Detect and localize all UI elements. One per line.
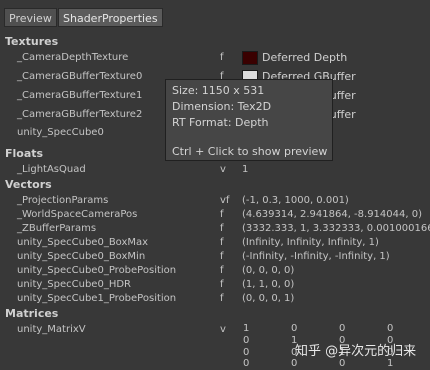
float-row: _LightAsQuad v 1 bbox=[0, 163, 430, 177]
watermark: 知乎 @异次元的归来 bbox=[295, 344, 417, 359]
matrix-cell: 0 bbox=[243, 335, 250, 346]
matrix-cell: 0 bbox=[339, 358, 346, 369]
float-value: 1 bbox=[242, 164, 249, 175]
vector-name: unity_SpecCube0_BoxMax bbox=[17, 237, 149, 248]
float-flag: v bbox=[220, 164, 226, 175]
vector-row: _ProjectionParams vf (-1, 0.3, 1000, 0.0… bbox=[0, 194, 430, 208]
vector-flag: f bbox=[220, 265, 224, 276]
matrix-flag: v bbox=[220, 324, 226, 335]
texture-name: _CameraGBufferTexture0 bbox=[17, 71, 143, 82]
matrix-cell: 0 bbox=[243, 358, 250, 369]
vector-flag: f bbox=[220, 223, 224, 234]
tooltip-spacer bbox=[172, 131, 326, 144]
vector-name: unity_SpecCube0_ProbePosition bbox=[17, 265, 177, 276]
vector-value: (-1, 0.3, 1000, 0.001) bbox=[242, 195, 349, 206]
vector-row: unity_SpecCube0_BoxMax f (Infinity, Infi… bbox=[0, 236, 430, 250]
matrix-cell: 0 bbox=[291, 358, 298, 369]
matrix-cell: 0 bbox=[291, 323, 298, 334]
vector-name: _ProjectionParams bbox=[17, 195, 109, 206]
tooltip-size: Size: 1150 x 531 bbox=[172, 84, 265, 97]
vector-flag: f bbox=[220, 293, 224, 304]
vector-row: unity_SpecCube1_ProbePosition f (0, 0, 0… bbox=[0, 292, 430, 306]
tab-preview[interactable]: Preview bbox=[4, 8, 57, 27]
vectors-header: Vectors bbox=[5, 178, 52, 191]
texture-row: _CameraDepthTexture f Deferred Depth bbox=[0, 51, 430, 65]
texture-name: _CameraDepthTexture bbox=[17, 52, 129, 63]
vector-value: (3332.333, 1, 3.332333, 0.001000166) bbox=[242, 223, 430, 234]
vector-row: _WorldSpaceCameraPos f (4.639314, 2.9418… bbox=[0, 208, 430, 222]
matrix-cell: 0 bbox=[387, 323, 394, 334]
textures-header: Textures bbox=[5, 35, 59, 48]
vector-flag: f bbox=[220, 279, 224, 290]
texture-flag: f bbox=[220, 52, 224, 63]
vector-value: (Infinity, Infinity, Infinity, 1) bbox=[242, 237, 379, 248]
matrix-row: unity_MatrixV v bbox=[0, 323, 430, 337]
vector-flag: f bbox=[220, 209, 224, 220]
texture-tooltip: Size: 1150 x 531 Dimension: Tex2D RT For… bbox=[165, 79, 333, 161]
vector-value: (1, 1, 0, 0) bbox=[242, 279, 295, 290]
vector-row: unity_SpecCube0_BoxMin f (-Infinity, -In… bbox=[0, 250, 430, 264]
matrix-cell: 1 bbox=[387, 358, 394, 369]
vector-value: (0, 0, 0, 0) bbox=[242, 265, 295, 276]
floats-header: Floats bbox=[5, 147, 44, 160]
matrices-header: Matrices bbox=[5, 307, 59, 320]
vector-name: unity_SpecCube1_ProbePosition bbox=[17, 293, 177, 304]
matrix-cell: 1 bbox=[243, 323, 250, 334]
tab-shader-properties[interactable]: ShaderProperties bbox=[58, 8, 163, 27]
tooltip-format: RT Format: Depth bbox=[172, 116, 269, 129]
tab-bar: Preview ShaderProperties bbox=[0, 0, 430, 32]
texture-thumbnail[interactable] bbox=[242, 51, 258, 65]
texture-name: _CameraGBufferTexture2 bbox=[17, 109, 143, 120]
float-name: _LightAsQuad bbox=[17, 164, 86, 175]
matrix-cell: 0 bbox=[339, 323, 346, 334]
vector-flag: vf bbox=[220, 195, 230, 206]
vector-value: (0, 0, 0, 1) bbox=[242, 293, 295, 304]
tooltip-hint: Ctrl + Click to show preview bbox=[172, 145, 328, 158]
texture-label: Deferred Depth bbox=[262, 51, 348, 64]
texture-name: unity_SpecCube0 bbox=[17, 127, 104, 138]
vector-value: (4.639314, 2.941864, -8.914044, 0) bbox=[242, 209, 422, 220]
vector-name: _ZBufferParams bbox=[17, 223, 97, 234]
matrix-cell: 0 bbox=[243, 347, 250, 358]
vector-row: unity_SpecCube0_HDR f (1, 1, 0, 0) bbox=[0, 278, 430, 292]
matrix-name: unity_MatrixV bbox=[17, 324, 86, 335]
tooltip-dimension: Dimension: Tex2D bbox=[172, 100, 272, 113]
vector-row: unity_SpecCube0_ProbePosition f (0, 0, 0… bbox=[0, 264, 430, 278]
vector-flag: f bbox=[220, 237, 224, 248]
vector-name: unity_SpecCube0_BoxMin bbox=[17, 251, 146, 262]
vector-row: _ZBufferParams f (3332.333, 1, 3.332333,… bbox=[0, 222, 430, 236]
vector-value: (-Infinity, -Infinity, -Infinity, 1) bbox=[242, 251, 390, 262]
vector-flag: f bbox=[220, 251, 224, 262]
vector-name: unity_SpecCube0_HDR bbox=[17, 279, 131, 290]
texture-name: _CameraGBufferTexture1 bbox=[17, 90, 143, 101]
vector-name: _WorldSpaceCameraPos bbox=[17, 209, 138, 220]
